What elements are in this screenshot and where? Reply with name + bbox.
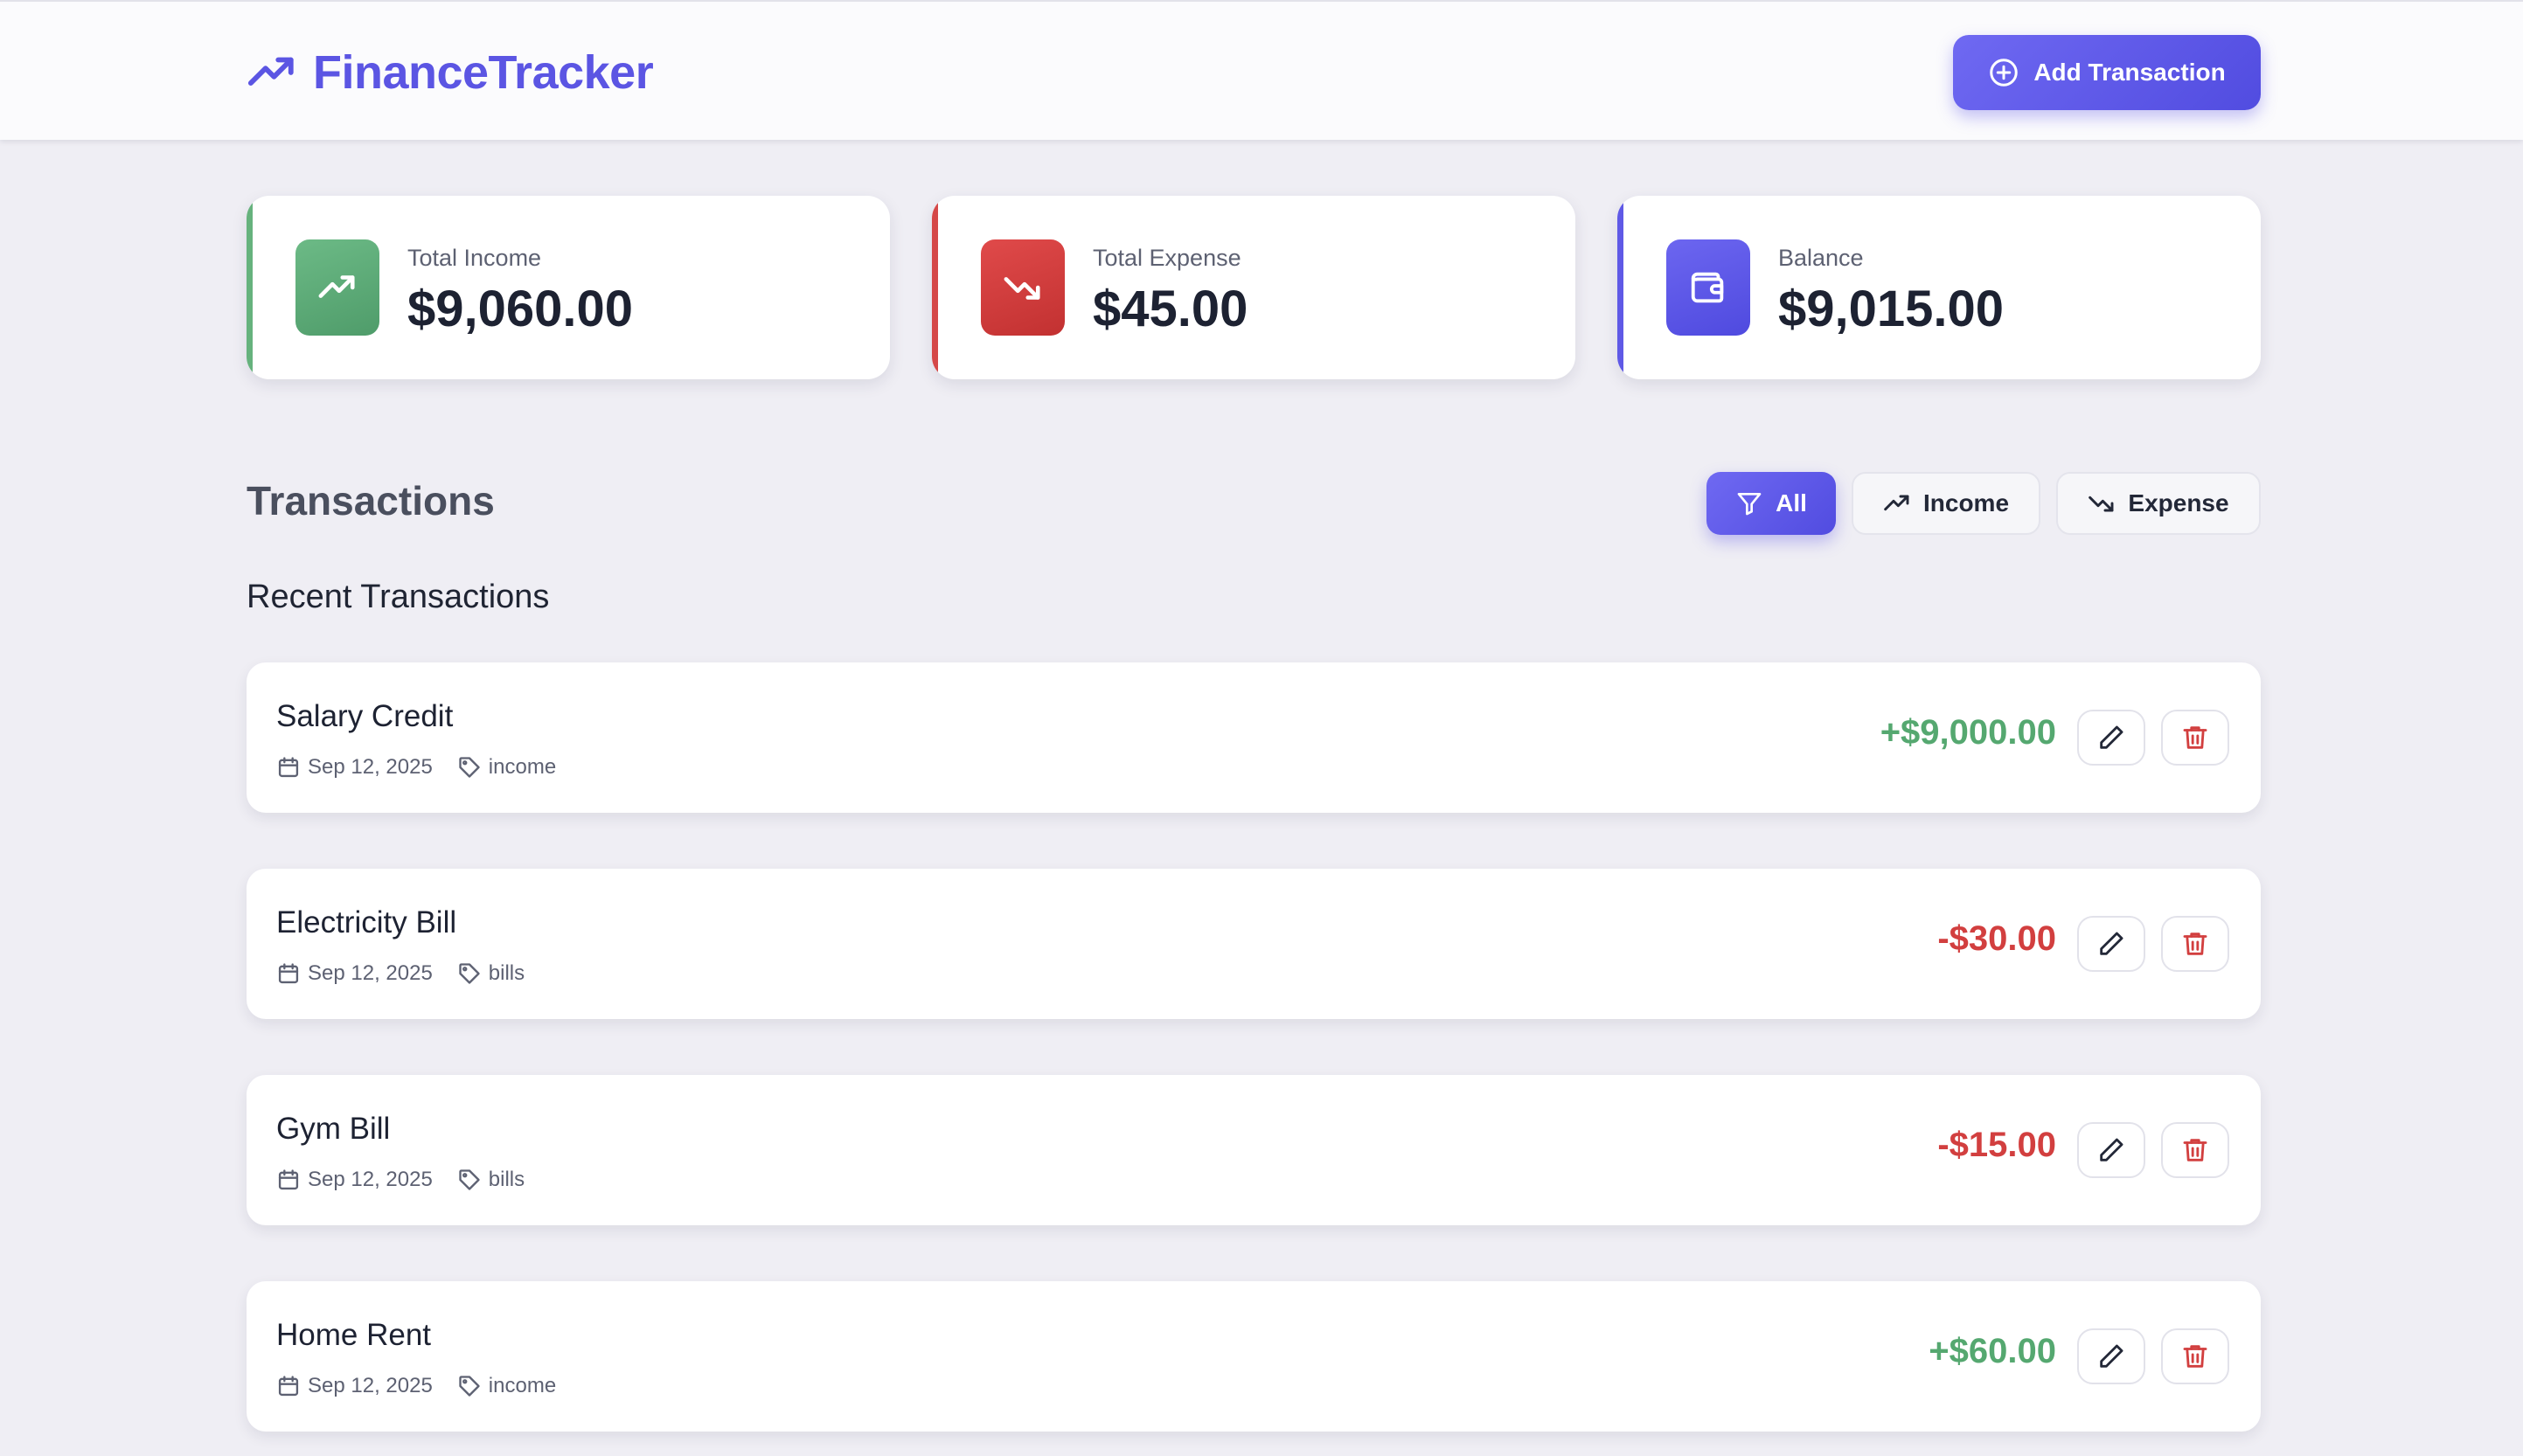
pencil-icon bbox=[2100, 932, 2123, 955]
recent-transactions-heading: Recent Transactions bbox=[247, 579, 550, 615]
filter-all-label: All bbox=[1776, 489, 1807, 517]
filter-expense-button[interactable]: Expense bbox=[2056, 472, 2261, 535]
balance-value: $9,015.00 bbox=[1778, 281, 2005, 337]
filter-expense-label: Expense bbox=[2128, 489, 2229, 517]
transaction-row: Electricity Bill Sep 12, 2025 bills -$30… bbox=[247, 869, 2261, 1019]
trash-icon bbox=[2183, 1345, 2207, 1368]
delete-button[interactable] bbox=[2161, 1328, 2229, 1384]
tag-icon bbox=[459, 963, 480, 984]
transaction-date: Sep 12, 2025 bbox=[308, 755, 433, 779]
filter-income-button[interactable]: Income bbox=[1852, 472, 2040, 535]
transaction-name: Gym Bill bbox=[276, 1112, 391, 1146]
balance-label: Balance bbox=[1778, 245, 1864, 271]
brand[interactable]: FinanceTracker bbox=[247, 42, 654, 103]
income-icon-tile bbox=[295, 239, 379, 336]
balance-card: Balance $9,015.00 bbox=[1617, 196, 2261, 379]
transaction-meta: Sep 12, 2025 bills bbox=[276, 960, 525, 988]
total-income-label: Total Income bbox=[407, 245, 542, 271]
edit-button[interactable] bbox=[2077, 710, 2145, 766]
transaction-meta: Sep 12, 2025 bills bbox=[276, 1166, 525, 1194]
tag-icon bbox=[459, 1169, 480, 1190]
calendar-icon bbox=[278, 1169, 299, 1190]
transaction-row: Gym Bill Sep 12, 2025 bills -$15.00 bbox=[247, 1075, 2261, 1225]
total-expense-value: $45.00 bbox=[1093, 281, 1248, 337]
brand-title: FinanceTracker bbox=[313, 46, 654, 99]
balance-icon-tile bbox=[1666, 239, 1750, 336]
transaction-name: Electricity Bill bbox=[276, 905, 457, 939]
trending-up-icon bbox=[1884, 495, 1909, 511]
calendar-icon bbox=[278, 963, 299, 984]
transaction-meta: Sep 12, 2025 income bbox=[276, 753, 556, 781]
filter-icon bbox=[1737, 493, 1762, 516]
app-header: FinanceTracker Add Transaction bbox=[0, 0, 2523, 140]
transaction-name: Salary Credit bbox=[276, 699, 454, 733]
tag-icon bbox=[459, 1376, 480, 1397]
pencil-icon bbox=[2100, 725, 2123, 749]
transaction-category: bills bbox=[488, 1168, 525, 1191]
edit-button[interactable] bbox=[2077, 1328, 2145, 1384]
edit-button[interactable] bbox=[2077, 1122, 2145, 1178]
calendar-icon bbox=[278, 1376, 299, 1397]
transaction-amount: -$15.00 bbox=[1937, 1126, 2056, 1164]
calendar-icon bbox=[278, 757, 299, 778]
delete-button[interactable] bbox=[2161, 916, 2229, 972]
transaction-row: Home Rent Sep 12, 2025 income +$60.00 bbox=[247, 1281, 2261, 1432]
delete-button[interactable] bbox=[2161, 710, 2229, 766]
expense-icon-tile bbox=[981, 239, 1065, 336]
trending-up-icon bbox=[247, 57, 294, 86]
transaction-category: bills bbox=[488, 961, 525, 985]
total-expense-label: Total Expense bbox=[1093, 245, 1241, 271]
transaction-name: Home Rent bbox=[276, 1318, 432, 1352]
trash-icon bbox=[2183, 726, 2207, 749]
add-transaction-label: Add Transaction bbox=[2033, 59, 2226, 86]
filter-all-button[interactable]: All bbox=[1706, 472, 1836, 535]
transaction-date: Sep 12, 2025 bbox=[308, 1168, 433, 1191]
transaction-amount: +$60.00 bbox=[1929, 1332, 2056, 1370]
plus-circle-icon bbox=[1990, 59, 2019, 87]
trash-icon bbox=[2183, 933, 2207, 955]
wallet-icon bbox=[1691, 272, 1724, 303]
transaction-amount: -$30.00 bbox=[1937, 919, 2056, 958]
total-expense-card: Total Expense $45.00 bbox=[932, 196, 1575, 379]
delete-button[interactable] bbox=[2161, 1122, 2229, 1178]
trash-icon bbox=[2183, 1139, 2207, 1161]
transaction-date: Sep 12, 2025 bbox=[308, 961, 433, 985]
transaction-category: income bbox=[488, 1374, 557, 1397]
trending-down-icon bbox=[1004, 277, 1040, 300]
pencil-icon bbox=[2100, 1344, 2123, 1368]
add-transaction-button[interactable]: Add Transaction bbox=[1953, 35, 2261, 110]
card-accent bbox=[247, 196, 253, 379]
card-accent bbox=[932, 196, 938, 379]
transaction-meta: Sep 12, 2025 income bbox=[276, 1372, 556, 1400]
pencil-icon bbox=[2100, 1138, 2123, 1161]
transaction-row: Salary Credit Sep 12, 2025 income +$9,00… bbox=[247, 662, 2261, 813]
trending-up-icon bbox=[318, 275, 355, 298]
tag-icon bbox=[459, 757, 480, 778]
transaction-amount: +$9,000.00 bbox=[1880, 713, 2056, 752]
transaction-category: income bbox=[488, 755, 557, 779]
card-accent bbox=[1617, 196, 1623, 379]
edit-button[interactable] bbox=[2077, 916, 2145, 972]
trending-down-icon bbox=[2089, 496, 2114, 512]
filter-income-label: Income bbox=[1922, 489, 2010, 517]
transactions-title: Transactions bbox=[247, 478, 495, 523]
total-income-card: Total Income $9,060.00 bbox=[247, 196, 890, 379]
transaction-date: Sep 12, 2025 bbox=[308, 1374, 433, 1397]
total-income-value: $9,060.00 bbox=[407, 281, 634, 337]
